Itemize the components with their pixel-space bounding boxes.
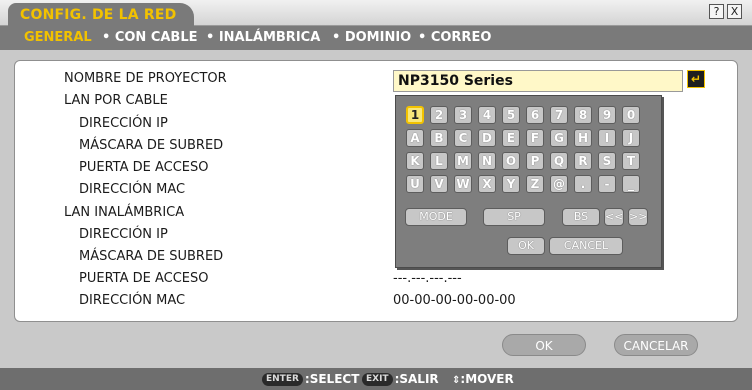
select-hint-label: :SELECT — [304, 372, 360, 386]
key-y[interactable]: Y — [502, 175, 520, 193]
footer-select-hint: ENTER:SELECT — [262, 370, 359, 388]
tab-dominio[interactable]: • DOMINIO — [332, 26, 411, 50]
key-9[interactable]: 9 — [598, 106, 616, 124]
network-settings-window: CONFIG. DE LA RED ? X GENERAL • CON CABL… — [0, 0, 752, 390]
key-z[interactable]: Z — [526, 175, 544, 193]
key-s[interactable]: S — [598, 152, 616, 170]
key-v[interactable]: V — [430, 175, 448, 193]
tab-con-cable[interactable]: • CON CABLE — [102, 26, 198, 50]
key-d[interactable]: D — [478, 129, 496, 147]
key-h[interactable]: H — [574, 129, 592, 147]
wired-mask-label: MÁSCARA DE SUBRED — [79, 138, 224, 153]
key-8[interactable]: 8 — [574, 106, 592, 124]
key-g[interactable]: G — [550, 129, 568, 147]
key-m[interactable]: M — [454, 152, 472, 170]
wired-ip-label: DIRECCIÓN IP — [79, 116, 168, 131]
projector-name-input[interactable]: NP3150 Series — [393, 70, 683, 92]
key-2[interactable]: 2 — [430, 106, 448, 124]
footer-exit-hint: EXIT:SALIR — [362, 370, 439, 388]
key-a[interactable]: A — [406, 129, 424, 147]
key-t[interactable]: T — [622, 152, 640, 170]
key-1[interactable]: 1 — [406, 106, 424, 124]
close-button[interactable]: X — [727, 4, 742, 19]
key-e[interactable]: E — [502, 129, 520, 147]
key-r[interactable]: R — [574, 152, 592, 170]
help-button[interactable]: ? — [709, 4, 724, 19]
onscreen-keyboard: 1 2 3 4 5 6 7 8 9 0 A B C D E F G H I J K L M N O P Q R S T U V W X Y Z @. - _… — [395, 95, 662, 268]
key-0[interactable]: 0 — [622, 106, 640, 124]
key-x[interactable]: X — [478, 175, 496, 193]
wireless-mac-label: DIRECCIÓN MAC — [79, 293, 186, 308]
wireless-ip-label: DIRECCIÓN IP — [79, 227, 168, 242]
wireless-gateway-label: PUERTA DE ACCESO — [79, 271, 209, 286]
key-7[interactable]: 7 — [550, 106, 568, 124]
tab-inalambrica[interactable]: • INALÁMBRICA — [206, 26, 320, 50]
wireless-mac-value: 00-00-00-00-00-00 — [393, 293, 516, 308]
key-dot[interactable]: . — [574, 175, 592, 193]
key-n[interactable]: N — [478, 152, 496, 170]
tab-general[interactable]: GENERAL — [24, 26, 92, 50]
key-underscore[interactable]: _ — [622, 175, 640, 193]
key-5[interactable]: 5 — [502, 106, 520, 124]
enter-icon[interactable]: ↵ — [687, 70, 705, 88]
cursor-right-key[interactable]: >> — [628, 208, 648, 226]
tab-bar: GENERAL • CON CABLE • INALÁMBRICA • DOMI… — [0, 26, 752, 50]
key-k[interactable]: K — [406, 152, 424, 170]
projector-name-label: NOMBRE DE PROYECTOR — [64, 71, 227, 86]
title-bar: CONFIG. DE LA RED ? X — [0, 0, 752, 27]
key-j[interactable]: J — [622, 129, 640, 147]
key-c[interactable]: C — [454, 129, 472, 147]
footer-hints: ENTER:SELECT EXIT:SALIR ⇕:MOVER — [0, 368, 752, 390]
key-6[interactable]: 6 — [526, 106, 544, 124]
key-4[interactable]: 4 — [478, 106, 496, 124]
window-title: CONFIG. DE LA RED — [8, 3, 194, 27]
cursor-left-key[interactable]: << — [604, 208, 624, 226]
key-p[interactable]: P — [526, 152, 544, 170]
keyboard-ok-key[interactable]: OK — [507, 237, 545, 255]
mode-key[interactable]: MODE — [405, 208, 467, 226]
move-hint-label: :MOVER — [460, 372, 514, 386]
key-w[interactable]: W — [454, 175, 472, 193]
wireless-mask-label: MÁSCARA DE SUBRED — [79, 249, 224, 264]
exit-key-icon: EXIT — [362, 373, 393, 386]
ok-button[interactable]: OK — [502, 334, 586, 356]
key-q[interactable]: Q — [550, 152, 568, 170]
key-dash[interactable]: - — [598, 175, 616, 193]
footer-move-hint: ⇕:MOVER — [452, 370, 514, 388]
space-key[interactable]: SP — [483, 208, 545, 226]
key-l[interactable]: L — [430, 152, 448, 170]
wired-mac-label: DIRECCIÓN MAC — [79, 182, 186, 197]
keyboard-cancel-key[interactable]: CANCEL — [549, 237, 623, 255]
wireless-gateway-value: ---.---.---.--- — [393, 271, 462, 286]
key-i[interactable]: I — [598, 129, 616, 147]
key-u[interactable]: U — [406, 175, 424, 193]
enter-key-icon: ENTER — [262, 373, 303, 386]
wired-gateway-label: PUERTA DE ACCESO — [79, 160, 209, 175]
wired-lan-heading: LAN POR CABLE — [64, 93, 168, 108]
tab-correo[interactable]: • CORREO — [418, 26, 491, 50]
key-o[interactable]: O — [502, 152, 520, 170]
backspace-key[interactable]: BS — [562, 208, 600, 226]
exit-hint-label: :SALIR — [394, 372, 439, 386]
key-f[interactable]: F — [526, 129, 544, 147]
key-at[interactable]: @ — [550, 175, 568, 193]
cancel-button[interactable]: CANCELAR — [614, 334, 698, 356]
key-b[interactable]: B — [430, 129, 448, 147]
settings-panel: NOMBRE DE PROYECTOR NP3150 Series ↵ LAN … — [14, 60, 738, 322]
key-3[interactable]: 3 — [454, 106, 472, 124]
wireless-lan-heading: LAN INALÁMBRICA — [64, 205, 185, 220]
